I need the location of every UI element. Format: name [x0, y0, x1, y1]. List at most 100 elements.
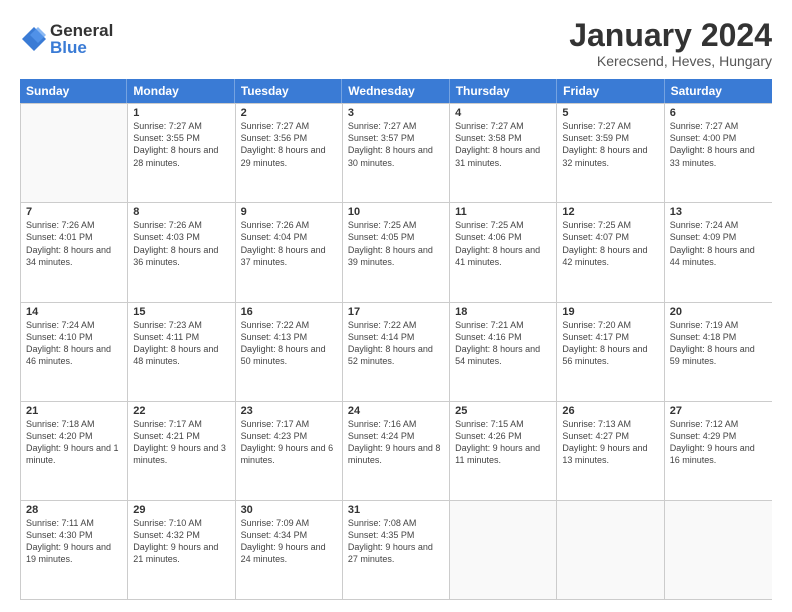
- calendar-cell: [450, 501, 557, 599]
- calendar-cell: 24Sunrise: 7:16 AM Sunset: 4:24 PM Dayli…: [343, 402, 450, 500]
- cell-info: Sunrise: 7:15 AM Sunset: 4:26 PM Dayligh…: [455, 418, 551, 467]
- calendar-cell: 17Sunrise: 7:22 AM Sunset: 4:14 PM Dayli…: [343, 303, 450, 401]
- calendar-cell: 22Sunrise: 7:17 AM Sunset: 4:21 PM Dayli…: [128, 402, 235, 500]
- calendar-cell: 29Sunrise: 7:10 AM Sunset: 4:32 PM Dayli…: [128, 501, 235, 599]
- calendar-cell: 13Sunrise: 7:24 AM Sunset: 4:09 PM Dayli…: [665, 203, 772, 301]
- cell-info: Sunrise: 7:20 AM Sunset: 4:17 PM Dayligh…: [562, 319, 658, 368]
- cell-info: Sunrise: 7:26 AM Sunset: 4:04 PM Dayligh…: [241, 219, 337, 268]
- header: General Blue January 2024 Kerecsend, Hev…: [20, 18, 772, 69]
- day-number: 10: [348, 206, 444, 218]
- day-number: 21: [26, 405, 122, 417]
- cell-info: Sunrise: 7:26 AM Sunset: 4:03 PM Dayligh…: [133, 219, 229, 268]
- day-number: 13: [670, 206, 767, 218]
- day-number: 18: [455, 306, 551, 318]
- day-number: 30: [241, 504, 337, 516]
- header-right: January 2024 Kerecsend, Heves, Hungary: [569, 18, 772, 69]
- cell-info: Sunrise: 7:11 AM Sunset: 4:30 PM Dayligh…: [26, 517, 122, 566]
- calendar-cell: 31Sunrise: 7:08 AM Sunset: 4:35 PM Dayli…: [343, 501, 450, 599]
- day-number: 22: [133, 405, 229, 417]
- calendar-cell: 30Sunrise: 7:09 AM Sunset: 4:34 PM Dayli…: [236, 501, 343, 599]
- calendar-cell: 27Sunrise: 7:12 AM Sunset: 4:29 PM Dayli…: [665, 402, 772, 500]
- day-number: 3: [348, 107, 444, 119]
- logo-blue-label: Blue: [50, 39, 113, 56]
- logo-general-label: General: [50, 22, 113, 39]
- cell-info: Sunrise: 7:25 AM Sunset: 4:06 PM Dayligh…: [455, 219, 551, 268]
- cell-info: Sunrise: 7:27 AM Sunset: 3:59 PM Dayligh…: [562, 120, 658, 169]
- calendar-row-2: 14Sunrise: 7:24 AM Sunset: 4:10 PM Dayli…: [21, 302, 772, 401]
- calendar-cell: 19Sunrise: 7:20 AM Sunset: 4:17 PM Dayli…: [557, 303, 664, 401]
- day-header-tuesday: Tuesday: [235, 79, 342, 103]
- calendar-cell: 1Sunrise: 7:27 AM Sunset: 3:55 PM Daylig…: [128, 104, 235, 202]
- calendar-cell: 12Sunrise: 7:25 AM Sunset: 4:07 PM Dayli…: [557, 203, 664, 301]
- calendar-cell: 5Sunrise: 7:27 AM Sunset: 3:59 PM Daylig…: [557, 104, 664, 202]
- cell-info: Sunrise: 7:27 AM Sunset: 4:00 PM Dayligh…: [670, 120, 767, 169]
- cell-info: Sunrise: 7:22 AM Sunset: 4:13 PM Dayligh…: [241, 319, 337, 368]
- cell-info: Sunrise: 7:10 AM Sunset: 4:32 PM Dayligh…: [133, 517, 229, 566]
- day-number: 9: [241, 206, 337, 218]
- cell-info: Sunrise: 7:19 AM Sunset: 4:18 PM Dayligh…: [670, 319, 767, 368]
- logo: General Blue: [20, 22, 113, 56]
- calendar-cell: [21, 104, 128, 202]
- day-number: 8: [133, 206, 229, 218]
- calendar-cell: 3Sunrise: 7:27 AM Sunset: 3:57 PM Daylig…: [343, 104, 450, 202]
- day-number: 15: [133, 306, 229, 318]
- calendar-header: SundayMondayTuesdayWednesdayThursdayFrid…: [20, 79, 772, 103]
- day-header-thursday: Thursday: [450, 79, 557, 103]
- day-number: 14: [26, 306, 122, 318]
- calendar-cell: 15Sunrise: 7:23 AM Sunset: 4:11 PM Dayli…: [128, 303, 235, 401]
- day-number: 29: [133, 504, 229, 516]
- day-number: 20: [670, 306, 767, 318]
- month-title: January 2024: [569, 18, 772, 53]
- logo-icon: [20, 25, 48, 53]
- cell-info: Sunrise: 7:18 AM Sunset: 4:20 PM Dayligh…: [26, 418, 122, 467]
- day-header-saturday: Saturday: [665, 79, 772, 103]
- cell-info: Sunrise: 7:16 AM Sunset: 4:24 PM Dayligh…: [348, 418, 444, 467]
- calendar-row-4: 28Sunrise: 7:11 AM Sunset: 4:30 PM Dayli…: [21, 500, 772, 599]
- cell-info: Sunrise: 7:24 AM Sunset: 4:10 PM Dayligh…: [26, 319, 122, 368]
- day-header-sunday: Sunday: [20, 79, 127, 103]
- day-number: 11: [455, 206, 551, 218]
- calendar-cell: 7Sunrise: 7:26 AM Sunset: 4:01 PM Daylig…: [21, 203, 128, 301]
- calendar-cell: 26Sunrise: 7:13 AM Sunset: 4:27 PM Dayli…: [557, 402, 664, 500]
- cell-info: Sunrise: 7:25 AM Sunset: 4:05 PM Dayligh…: [348, 219, 444, 268]
- calendar-cell: 21Sunrise: 7:18 AM Sunset: 4:20 PM Dayli…: [21, 402, 128, 500]
- calendar-cell: 8Sunrise: 7:26 AM Sunset: 4:03 PM Daylig…: [128, 203, 235, 301]
- calendar-cell: 9Sunrise: 7:26 AM Sunset: 4:04 PM Daylig…: [236, 203, 343, 301]
- day-number: 23: [241, 405, 337, 417]
- day-number: 16: [241, 306, 337, 318]
- calendar-cell: 23Sunrise: 7:17 AM Sunset: 4:23 PM Dayli…: [236, 402, 343, 500]
- cell-info: Sunrise: 7:27 AM Sunset: 3:56 PM Dayligh…: [241, 120, 337, 169]
- cell-info: Sunrise: 7:21 AM Sunset: 4:16 PM Dayligh…: [455, 319, 551, 368]
- cell-info: Sunrise: 7:09 AM Sunset: 4:34 PM Dayligh…: [241, 517, 337, 566]
- calendar-cell: [665, 501, 772, 599]
- day-header-monday: Monday: [127, 79, 234, 103]
- calendar-row-1: 7Sunrise: 7:26 AM Sunset: 4:01 PM Daylig…: [21, 202, 772, 301]
- day-number: 25: [455, 405, 551, 417]
- day-number: 28: [26, 504, 122, 516]
- cell-info: Sunrise: 7:27 AM Sunset: 3:57 PM Dayligh…: [348, 120, 444, 169]
- calendar-cell: 14Sunrise: 7:24 AM Sunset: 4:10 PM Dayli…: [21, 303, 128, 401]
- day-number: 4: [455, 107, 551, 119]
- cell-info: Sunrise: 7:23 AM Sunset: 4:11 PM Dayligh…: [133, 319, 229, 368]
- calendar-body: 1Sunrise: 7:27 AM Sunset: 3:55 PM Daylig…: [20, 103, 772, 600]
- calendar-row-3: 21Sunrise: 7:18 AM Sunset: 4:20 PM Dayli…: [21, 401, 772, 500]
- calendar-cell: 10Sunrise: 7:25 AM Sunset: 4:05 PM Dayli…: [343, 203, 450, 301]
- day-number: 17: [348, 306, 444, 318]
- cell-info: Sunrise: 7:08 AM Sunset: 4:35 PM Dayligh…: [348, 517, 444, 566]
- day-number: 24: [348, 405, 444, 417]
- day-number: 31: [348, 504, 444, 516]
- calendar-cell: 4Sunrise: 7:27 AM Sunset: 3:58 PM Daylig…: [450, 104, 557, 202]
- day-number: 27: [670, 405, 767, 417]
- cell-info: Sunrise: 7:22 AM Sunset: 4:14 PM Dayligh…: [348, 319, 444, 368]
- day-number: 7: [26, 206, 122, 218]
- calendar-cell: 18Sunrise: 7:21 AM Sunset: 4:16 PM Dayli…: [450, 303, 557, 401]
- day-header-wednesday: Wednesday: [342, 79, 449, 103]
- calendar-cell: 2Sunrise: 7:27 AM Sunset: 3:56 PM Daylig…: [236, 104, 343, 202]
- cell-info: Sunrise: 7:25 AM Sunset: 4:07 PM Dayligh…: [562, 219, 658, 268]
- calendar-cell: 6Sunrise: 7:27 AM Sunset: 4:00 PM Daylig…: [665, 104, 772, 202]
- cell-info: Sunrise: 7:24 AM Sunset: 4:09 PM Dayligh…: [670, 219, 767, 268]
- cell-info: Sunrise: 7:13 AM Sunset: 4:27 PM Dayligh…: [562, 418, 658, 467]
- cell-info: Sunrise: 7:27 AM Sunset: 3:55 PM Dayligh…: [133, 120, 229, 169]
- day-number: 5: [562, 107, 658, 119]
- page: General Blue January 2024 Kerecsend, Hev…: [0, 0, 792, 612]
